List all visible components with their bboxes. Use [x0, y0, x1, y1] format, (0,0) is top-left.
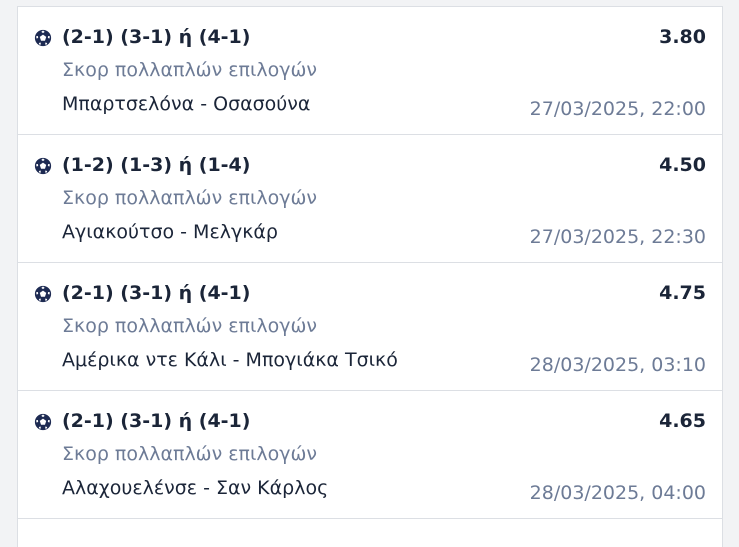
- market-name: Σκορ πολλαπλών επιλογών: [62, 443, 318, 465]
- odds-value: 4.65: [659, 410, 706, 432]
- selection-score: (2-1) (3-1) ή (4-1): [62, 26, 251, 48]
- match-name: Μπαρτσελόνα - Οσασούνα: [62, 93, 311, 115]
- match-datetime: 27/03/2025, 22:30: [529, 226, 706, 248]
- odds-value: 4.75: [659, 282, 706, 304]
- match-name: Αμέρικα ντε Κάλι - Μπογιάκα Τσικό: [62, 349, 398, 371]
- bet-selection-item[interactable]: (1-2) (1-3) ή (1-4) 4.50 Σκορ πολλαπλών …: [18, 135, 722, 263]
- market-name: Σκορ πολλαπλών επιλογών: [62, 59, 318, 81]
- odds-value: 4.50: [659, 154, 706, 176]
- soccer-ball-icon: [34, 285, 52, 303]
- market-name: Σκορ πολλαπλών επιλογών: [62, 187, 318, 209]
- soccer-ball-icon: [34, 413, 52, 431]
- soccer-ball-icon: [34, 29, 52, 47]
- soccer-ball-icon: [34, 157, 52, 175]
- market-name: Σκορ πολλαπλών επιλογών: [62, 315, 318, 337]
- match-datetime: 27/03/2025, 22:00: [529, 98, 706, 120]
- selection-score: (2-1) (3-1) ή (4-1): [62, 410, 251, 432]
- bet-selection-item[interactable]: (2-1) (3-1) ή (4-1) 4.65 Σκορ πολλαπλών …: [18, 391, 722, 519]
- selection-score: (1-2) (1-3) ή (1-4): [62, 154, 251, 176]
- bet-selection-item[interactable]: (2-1) (3-1) ή (4-1) 4.75 Σκορ πολλαπλών …: [18, 263, 722, 391]
- match-datetime: 28/03/2025, 03:10: [529, 354, 706, 376]
- bet-selections-list: (2-1) (3-1) ή (4-1) 3.80 Σκορ πολλαπλών …: [17, 6, 723, 547]
- odds-value: 3.80: [659, 26, 706, 48]
- selection-score: (2-1) (3-1) ή (4-1): [62, 282, 251, 304]
- match-name: Αλαχουελένσε - Σαν Κάρλος: [62, 477, 329, 499]
- match-name: Αγιακούτσο - Μελγκάρ: [62, 221, 278, 243]
- bet-selection-item[interactable]: (2-1) (3-1) ή (4-1) 3.80 Σκορ πολλαπλών …: [18, 7, 722, 135]
- match-datetime: 28/03/2025, 04:00: [529, 482, 706, 504]
